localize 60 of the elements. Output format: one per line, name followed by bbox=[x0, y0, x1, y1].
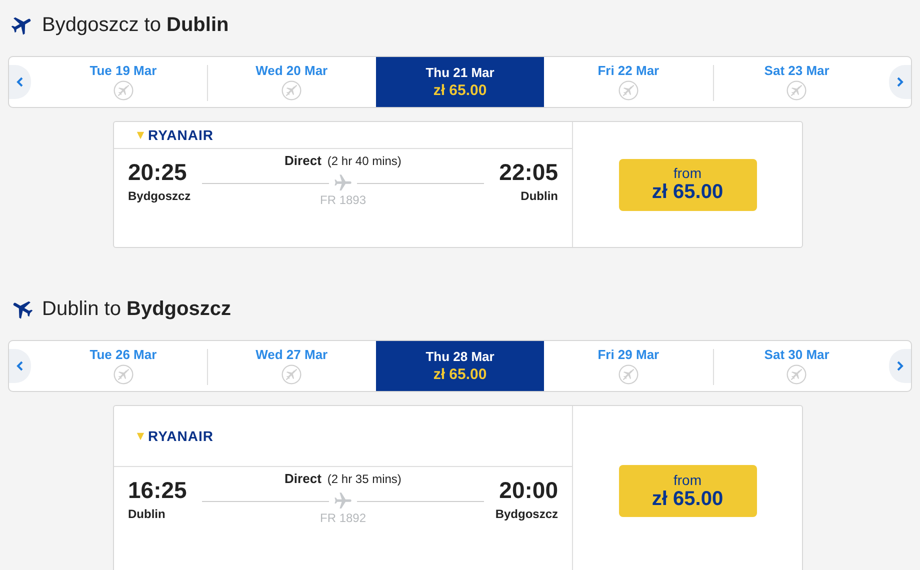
price-button[interactable]: from zł 65.00 bbox=[618, 158, 756, 210]
date-label: Tue 26 Mar bbox=[90, 347, 157, 362]
date-tab[interactable]: Sat 30 Mar bbox=[712, 341, 882, 391]
date-tab[interactable]: Fri 22 Mar bbox=[544, 57, 713, 107]
arrival-city: Dublin bbox=[520, 188, 558, 202]
date-price: zł 65.00 bbox=[433, 82, 487, 99]
no-flights-icon bbox=[618, 364, 639, 385]
date-tab[interactable]: Wed 27 Mar bbox=[207, 341, 376, 391]
previous-button[interactable] bbox=[9, 65, 31, 99]
chevron-right-icon bbox=[896, 361, 904, 371]
date-label: Thu 28 Mar bbox=[426, 349, 494, 364]
date-tab[interactable]: Fri 29 Mar bbox=[544, 341, 713, 391]
next-button[interactable] bbox=[889, 65, 911, 99]
route-title: Bydgoszcz to Dublin bbox=[42, 14, 229, 36]
no-flights-icon bbox=[112, 364, 134, 385]
date-tab[interactable]: Tue 19 Mar bbox=[39, 57, 208, 107]
departure-time: 16:25 bbox=[128, 476, 188, 504]
chevron-right-icon bbox=[896, 77, 904, 87]
flight-duration: (2 hr 35 mins) bbox=[327, 472, 402, 486]
chevron-left-icon bbox=[16, 361, 24, 371]
flight-type: Direct bbox=[284, 153, 322, 168]
no-flights-icon bbox=[281, 80, 302, 101]
price-button[interactable]: from zł 65.00 bbox=[618, 465, 756, 517]
arrival-city: Bydgoszcz bbox=[495, 506, 558, 520]
airplane-icon bbox=[333, 491, 353, 511]
arrival-time: 22:05 bbox=[499, 158, 558, 186]
no-flights-icon bbox=[786, 80, 808, 101]
date-price: zł 65.00 bbox=[433, 366, 487, 383]
date-label: Sat 30 Mar bbox=[764, 347, 830, 362]
date-tab[interactable]: Wed 20 Mar bbox=[207, 57, 376, 107]
flight-duration: (2 hr 40 mins) bbox=[327, 154, 402, 168]
date-tab[interactable]: Thu 21 Mar zł 65.00 bbox=[376, 57, 544, 107]
date-label: Fri 22 Mar bbox=[598, 63, 660, 78]
no-flights-icon bbox=[281, 364, 302, 385]
airplane-icon bbox=[333, 173, 353, 193]
date-tab[interactable]: Thu 28 Mar zł 65.00 bbox=[376, 341, 544, 391]
route-title: Dublin to Bydgoszcz bbox=[42, 298, 231, 320]
airline-logo: RYANAIR bbox=[148, 127, 214, 143]
date-label: Fri 29 Mar bbox=[598, 347, 660, 362]
date-label: Sat 23 Mar bbox=[764, 63, 830, 78]
departure-time: 20:25 bbox=[128, 158, 188, 186]
previous-button[interactable] bbox=[9, 349, 31, 383]
flight-number: FR 1892 bbox=[320, 511, 366, 525]
departure-city: Dublin bbox=[128, 506, 166, 520]
chevron-left-icon bbox=[16, 77, 24, 87]
departure-city: Bydgoszcz bbox=[128, 188, 192, 202]
date-label: Wed 27 Mar bbox=[256, 347, 328, 362]
date-label: Tue 19 Mar bbox=[90, 63, 157, 78]
next-button[interactable] bbox=[889, 349, 911, 383]
flight-number: FR 1893 bbox=[320, 193, 366, 207]
no-flights-icon bbox=[786, 364, 808, 385]
no-flights-icon bbox=[112, 80, 134, 101]
date-tab[interactable]: Tue 26 Mar bbox=[39, 341, 208, 391]
date-tab[interactable]: Sat 23 Mar bbox=[712, 57, 882, 107]
airline-logo: RYANAIR bbox=[148, 428, 214, 444]
date-label: Wed 20 Mar bbox=[256, 63, 328, 78]
flight-type: Direct bbox=[284, 471, 322, 486]
arrival-time: 20:00 bbox=[499, 476, 558, 504]
date-label: Thu 21 Mar bbox=[426, 65, 494, 80]
no-flights-icon bbox=[618, 80, 639, 101]
